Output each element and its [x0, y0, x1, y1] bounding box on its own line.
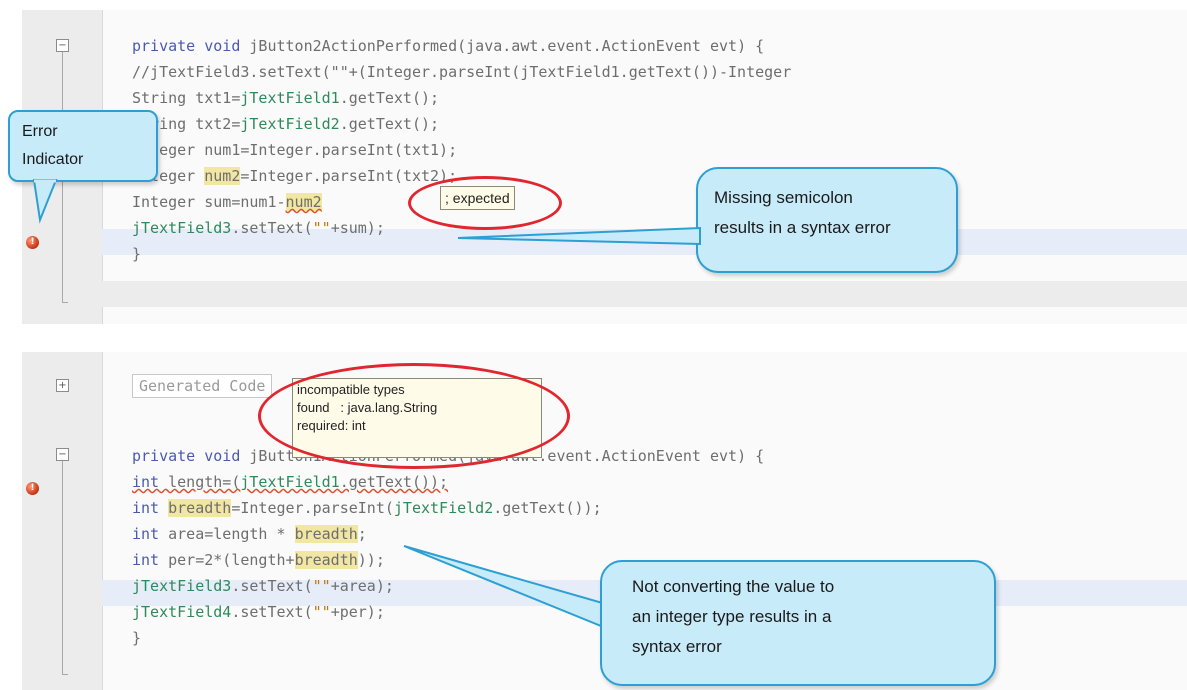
code-line[interactable]: }	[132, 625, 141, 651]
callout-line: Error	[22, 123, 58, 140]
code-line[interactable]: }	[132, 241, 141, 267]
code-token: =Integer.parseInt(	[231, 499, 394, 517]
generated-code-fold[interactable]: Generated Code	[132, 374, 273, 398]
error-tooltip: ; expected	[440, 186, 515, 210]
code-line[interactable]: jTextField3.setText(""+sum);	[132, 215, 385, 241]
code-token: Integer sum=num1-	[132, 193, 286, 211]
code-token: jTextField1	[240, 89, 340, 107]
code-token: private void	[132, 37, 250, 55]
code-token: int	[132, 551, 169, 569]
code-token: =Integer.parseInt(txt2);	[240, 167, 458, 185]
code-token: .setText(	[231, 219, 313, 237]
callout-error-indicator: Error Indicator	[8, 110, 158, 182]
code-token: jTextField1	[240, 473, 340, 491]
callout-not-converting: Not converting the value to an integer t…	[600, 560, 996, 686]
error-icon[interactable]: !	[26, 236, 39, 249]
code-line[interactable]: Integer num1=Integer.parseInt(txt1);	[132, 137, 457, 163]
code-line[interactable]: jTextField3.setText(""+area);	[132, 573, 394, 599]
code-line[interactable]: Integer num2=Integer.parseInt(txt2);	[132, 163, 457, 189]
code-token: breadth	[294, 551, 358, 569]
callout-line: syntax error	[632, 637, 722, 656]
code-token: +area);	[330, 577, 394, 595]
callout-line: Indicator	[22, 151, 84, 168]
code-line[interactable]: Integer sum=num1-num2	[132, 189, 322, 215]
callout-pointer	[457, 226, 701, 246]
highlight-ellipse	[258, 363, 570, 469]
code-line[interactable]: int breadth=Integer.parseInt(jTextField2…	[132, 495, 602, 521]
code-line[interactable]: jTextField4.setText(""+per);	[132, 599, 385, 625]
code-token: .getText());	[339, 473, 449, 491]
code-token: jTextField2	[393, 499, 494, 517]
code-token: int	[132, 473, 160, 491]
code-line[interactable]: //jTextField3.setText(""+(Integer.parseI…	[132, 59, 791, 85]
code-token: int	[132, 499, 169, 517]
fold-expand-icon[interactable]: +	[56, 379, 69, 392]
fold-end	[62, 302, 68, 303]
callout-missing-semicolon: Missing semicolon results in a syntax er…	[696, 167, 958, 273]
code-token: }	[132, 245, 142, 263]
code-token: ));	[357, 551, 385, 569]
code-token: jTextField3	[132, 219, 232, 237]
code-token: length=(	[159, 473, 241, 491]
callout-line: an integer type results in a	[632, 607, 832, 626]
code-line[interactable]: int length=(jTextField1.getText());	[132, 469, 448, 495]
fold-end	[62, 674, 68, 675]
fold-collapse-icon[interactable]: −	[56, 39, 69, 52]
code-token: .getText();	[339, 89, 440, 107]
code-token: ;	[357, 525, 367, 543]
code-line[interactable]: int area=length * breadth;	[132, 521, 367, 547]
fold-collapse-icon[interactable]: −	[56, 448, 69, 461]
code-token: area=length *	[168, 525, 295, 543]
callout-pointer	[403, 545, 607, 630]
fold-line	[62, 461, 63, 674]
code-token: +sum);	[330, 219, 385, 237]
callout-line: results in a syntax error	[714, 218, 891, 237]
code-token: per=2*(length+	[168, 551, 295, 569]
code-token: jButton2ActionPerformed(java.awt.event.A…	[249, 37, 765, 55]
code-token: .setText(	[231, 577, 313, 595]
code-token: breadth	[294, 525, 358, 543]
code-token: //jTextField3.setText(""+(Integer.parseI…	[132, 63, 792, 81]
callout-line: Not converting the value to	[632, 577, 835, 596]
code-token: .setText(	[231, 603, 313, 621]
code-line[interactable]: int per=2*(length+breadth));	[132, 547, 385, 573]
code-token: num2	[285, 193, 322, 211]
code-token: jTextField3	[132, 577, 232, 595]
callout-line: Missing semicolon	[714, 188, 853, 207]
code-token: String txt1=	[132, 89, 241, 107]
code-token: jTextField2	[240, 115, 340, 133]
generated-label: Generated Code	[139, 377, 266, 395]
tooltip-text: ; expected	[445, 190, 510, 206]
code-token: ""	[312, 603, 331, 621]
code-token: .getText());	[493, 499, 602, 517]
code-line[interactable]: String txt2=jTextField2.getText();	[132, 111, 439, 137]
code-token: .getText();	[339, 115, 440, 133]
code-token: +per);	[330, 603, 385, 621]
closing-line-band	[102, 281, 1187, 307]
code-token: int	[132, 525, 169, 543]
callout-pointer	[32, 179, 58, 224]
code-token: num2	[204, 167, 241, 185]
code-line[interactable]: String txt1=jTextField1.getText();	[132, 85, 439, 111]
code-token: ""	[312, 577, 331, 595]
code-line[interactable]: private void jButton2ActionPerformed(jav…	[132, 33, 764, 59]
code-token: breadth	[168, 499, 232, 517]
error-icon[interactable]: !	[26, 482, 39, 495]
code-token: private void	[132, 447, 250, 465]
code-token: }	[132, 629, 142, 647]
code-editor-top: − ! private void jButton2ActionPerformed…	[22, 10, 1187, 324]
code-token: Integer num1=Integer.parseInt(txt1);	[132, 141, 458, 159]
code-token: jTextField4	[132, 603, 232, 621]
code-token: ""	[312, 219, 331, 237]
editor-gutter: + − !	[22, 352, 103, 690]
